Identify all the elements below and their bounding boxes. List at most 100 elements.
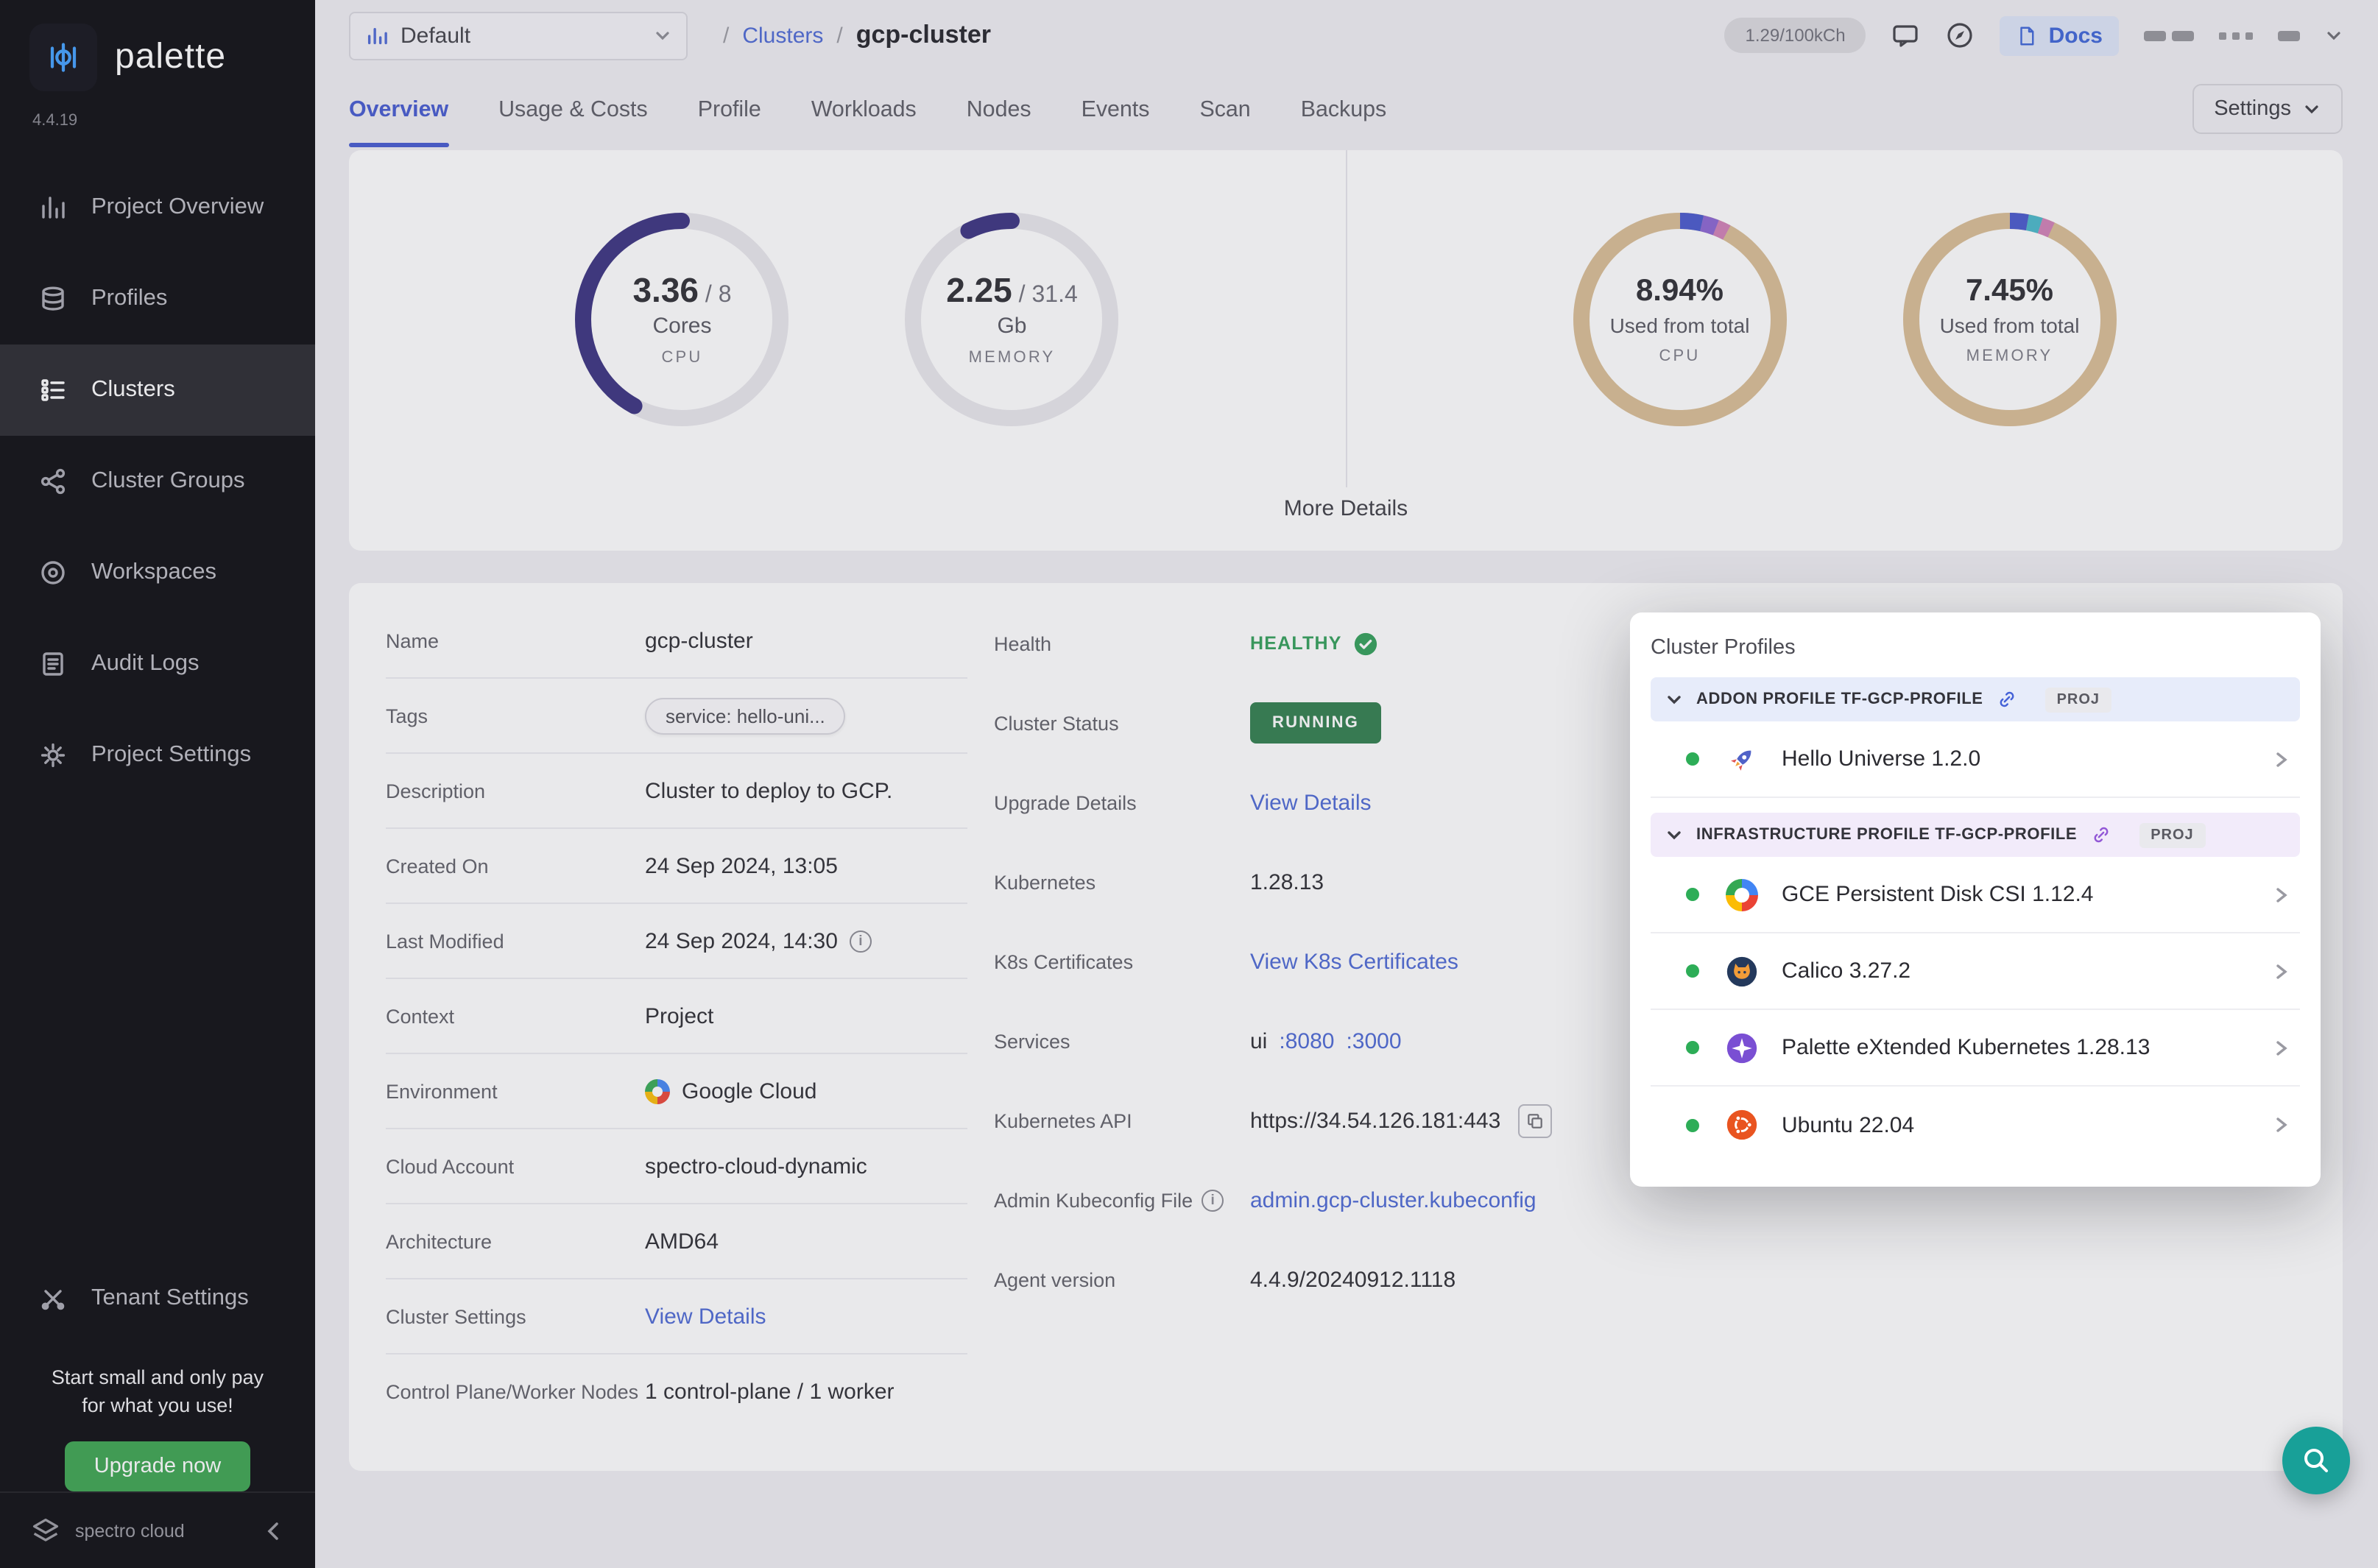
brand-name: palette bbox=[115, 37, 226, 78]
info-icon[interactable]: i bbox=[1202, 1189, 1224, 1211]
tab-events[interactable]: Events bbox=[1082, 71, 1150, 147]
gauge-cpu-percent-text: 8.94% Used from total CPU bbox=[1570, 208, 1790, 429]
sidebar-item-project-settings[interactable]: Project Settings bbox=[0, 710, 315, 801]
tools-icon bbox=[38, 1284, 68, 1313]
link-icon bbox=[1997, 689, 2017, 710]
list-icon bbox=[38, 375, 68, 405]
layers-icon bbox=[38, 284, 68, 314]
sidebar-item-clusters[interactable]: Clusters bbox=[0, 345, 315, 436]
sidebar-footer: spectro cloud bbox=[0, 1491, 315, 1568]
tab-workloads[interactable]: Workloads bbox=[811, 71, 917, 147]
project-selector-value: Default bbox=[401, 23, 470, 48]
view-k8s-certificates-link[interactable]: View K8s Certificates bbox=[1250, 949, 1458, 974]
detail-row-context: Context Project bbox=[386, 979, 967, 1054]
gauge-memory-percent-text: 7.45% Used from total MEMORY bbox=[1899, 208, 2120, 429]
allocation-gauges: 3.36 / 8 Cores CPU 2.2 bbox=[349, 150, 1345, 487]
addon-profile-section-header[interactable]: ADDON PROFILE TF-GCP-PROFILE PROJ bbox=[1651, 677, 2300, 721]
ubuntu-icon bbox=[1726, 1109, 1758, 1141]
last-modified-value: 24 Sep 2024, 14:30 bbox=[645, 928, 838, 953]
sidebar-item-label: Project Settings bbox=[91, 742, 251, 769]
sidebar-item-label: Workspaces bbox=[91, 559, 216, 586]
sidebar-item-cluster-groups[interactable]: Cluster Groups bbox=[0, 436, 315, 527]
breadcrumb-clusters-link[interactable]: Clusters bbox=[742, 23, 823, 48]
chevron-down-icon[interactable] bbox=[2325, 27, 2343, 44]
gce-disk-icon bbox=[1726, 878, 1758, 911]
chat-icon[interactable] bbox=[1891, 21, 1921, 50]
palette-logo-icon bbox=[29, 24, 97, 91]
gauge-cpu-text: 3.36 / 8 Cores CPU bbox=[572, 208, 793, 429]
sidebar-item-tenant-settings[interactable]: Tenant Settings bbox=[0, 1257, 315, 1340]
profile-item-gce-csi[interactable]: GCE Persistent Disk CSI 1.12.4 bbox=[1651, 857, 2300, 933]
sidebar-item-label: Clusters bbox=[91, 377, 175, 403]
browser-widget-bars bbox=[2144, 30, 2194, 40]
sidebar-item-profiles[interactable]: Profiles bbox=[0, 253, 315, 345]
breadcrumb-current: gcp-cluster bbox=[856, 21, 991, 50]
detail-row-cloud-account: Cloud Account spectro-cloud-dynamic bbox=[386, 1129, 967, 1204]
gauge-memory-text: 2.25 / 31.4 Gb MEMORY bbox=[902, 208, 1123, 429]
chevron-down-icon bbox=[1665, 826, 1683, 844]
breadcrumb-separator: / bbox=[723, 23, 729, 48]
settings-button[interactable]: Settings bbox=[2192, 84, 2343, 134]
tag-pill[interactable]: service: hello-uni... bbox=[645, 697, 846, 734]
profile-item-calico[interactable]: Calico 3.27.2 bbox=[1651, 933, 2300, 1010]
profile-item-hello-universe[interactable]: Hello Universe 1.2.0 bbox=[1651, 721, 2300, 798]
promo-text: Start small and only pay for what you us… bbox=[0, 1363, 315, 1421]
footer-brand-name: spectro cloud bbox=[75, 1520, 185, 1541]
info-icon[interactable]: i bbox=[850, 930, 872, 952]
profile-item-palette-k8s[interactable]: Palette eXtended Kubernetes 1.28.13 bbox=[1651, 1010, 2300, 1087]
tab-overview[interactable]: Overview bbox=[349, 71, 448, 147]
tab-scan[interactable]: Scan bbox=[1199, 71, 1250, 147]
upgrade-view-details-link[interactable]: View Details bbox=[1250, 790, 1372, 815]
settings-label: Settings bbox=[2214, 97, 2291, 121]
sidebar-item-workspaces[interactable]: Workspaces bbox=[0, 527, 315, 618]
chevron-right-icon bbox=[2271, 749, 2291, 769]
tab-usage-costs[interactable]: Usage & Costs bbox=[498, 71, 648, 147]
detail-row-created-on: Created On 24 Sep 2024, 13:05 bbox=[386, 829, 967, 904]
service-port-link[interactable]: :8080 bbox=[1279, 1028, 1334, 1053]
status-dot-green bbox=[1686, 964, 1699, 978]
app-version: 4.4.19 bbox=[0, 91, 315, 130]
service-port-link[interactable]: :3000 bbox=[1346, 1028, 1401, 1053]
status-dot-green bbox=[1686, 1118, 1699, 1131]
kubernetes-version: 1.28.13 bbox=[1250, 869, 1324, 894]
sidebar-item-label: Project Overview bbox=[91, 194, 264, 221]
infrastructure-profile-section-header[interactable]: INFRASTRUCTURE PROFILE TF-GCP-PROFILE PR… bbox=[1651, 813, 2300, 857]
project-selector[interactable]: Default bbox=[349, 11, 688, 60]
agent-version-value: 4.4.9/20240912.1118 bbox=[1250, 1267, 1456, 1292]
tab-nodes[interactable]: Nodes bbox=[967, 71, 1031, 147]
profile-item-ubuntu[interactable]: Ubuntu 22.04 bbox=[1651, 1087, 2300, 1163]
cluster-settings-view-details-link[interactable]: View Details bbox=[645, 1304, 766, 1329]
chevron-down-icon bbox=[654, 27, 671, 44]
docs-button[interactable]: Docs bbox=[2000, 15, 2119, 55]
search-icon bbox=[2300, 1444, 2332, 1477]
google-cloud-icon bbox=[645, 1078, 670, 1103]
kubeconfig-download-link[interactable]: admin.gcp-cluster.kubeconfig bbox=[1250, 1187, 1536, 1212]
status-dot-green bbox=[1686, 888, 1699, 901]
breadcrumb: / Clusters / gcp-cluster bbox=[723, 21, 991, 50]
sidebar-item-audit-logs[interactable]: Audit Logs bbox=[0, 618, 315, 710]
more-details-link[interactable]: More Details bbox=[349, 487, 2343, 551]
cloud-account-value: spectro-cloud-dynamic bbox=[645, 1154, 867, 1179]
sidebar-nav: Project Overview Profiles Clusters Clust… bbox=[0, 162, 315, 801]
upgrade-button[interactable]: Upgrade now bbox=[65, 1441, 251, 1491]
docs-label: Docs bbox=[2049, 23, 2103, 48]
browser-widget-bar bbox=[2278, 30, 2300, 40]
sidebar-item-project-overview[interactable]: Project Overview bbox=[0, 162, 315, 253]
sidebar-item-label: Profiles bbox=[91, 286, 167, 312]
search-fab-button[interactable] bbox=[2282, 1427, 2350, 1494]
chevron-right-icon bbox=[2271, 1115, 2291, 1135]
chevron-down-icon bbox=[1665, 691, 1683, 708]
tab-profile[interactable]: Profile bbox=[698, 71, 761, 147]
health-status: HEALTHY bbox=[1250, 633, 1342, 654]
help-compass-icon[interactable] bbox=[1946, 21, 1975, 50]
details-left-column: Name gcp-cluster Tags service: hello-uni… bbox=[386, 604, 967, 1430]
copy-icon[interactable] bbox=[1518, 1103, 1552, 1137]
service-name: ui bbox=[1250, 1028, 1267, 1053]
collapse-sidebar-icon[interactable] bbox=[262, 1519, 286, 1542]
detail-row-environment: Environment Google Cloud bbox=[386, 1054, 967, 1129]
detail-row-last-modified: Last Modified 24 Sep 2024, 14:30 i bbox=[386, 904, 967, 979]
spectro-cloud-logo-icon bbox=[29, 1514, 62, 1547]
target-icon bbox=[38, 558, 68, 587]
tab-backups[interactable]: Backups bbox=[1301, 71, 1387, 147]
topbar-right: 1.29/100kCh Docs bbox=[1725, 15, 2343, 55]
